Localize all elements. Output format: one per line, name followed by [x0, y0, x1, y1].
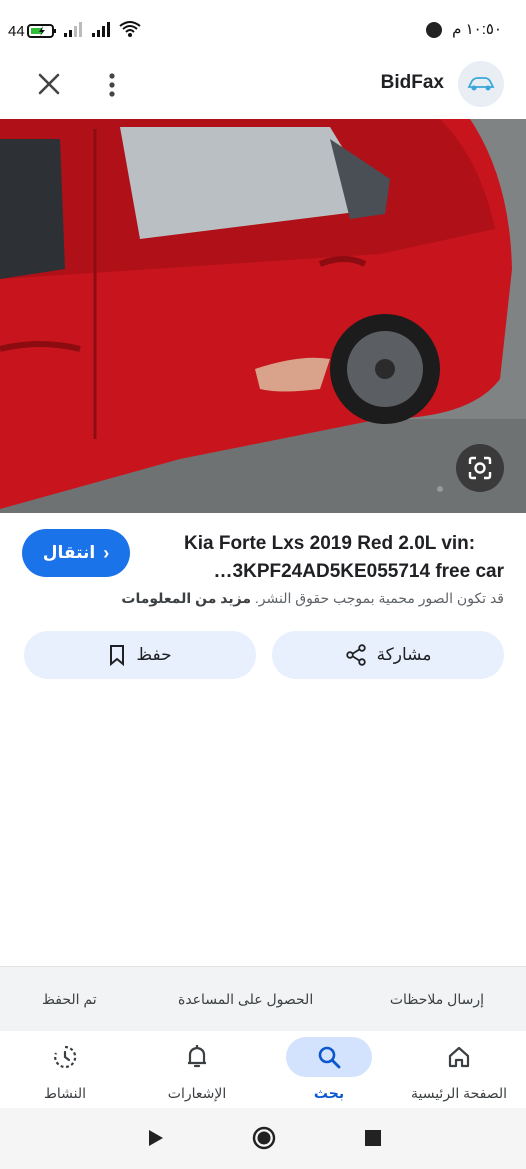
get-help-link[interactable]: الحصول على المساعدة [178, 991, 313, 1008]
signal-icon [63, 21, 85, 41]
footer-links: إرسال ملاحظات الحصول على المساعدة تم الح… [0, 966, 526, 1031]
circle-icon [252, 1126, 276, 1150]
google-lens-button[interactable] [456, 444, 504, 492]
search-icon [286, 1037, 372, 1077]
nav-notifications-label: الإشعارات [167, 1085, 227, 1101]
visit-button-label: انتقال [42, 543, 96, 562]
nav-search[interactable]: بحث [264, 1031, 394, 1107]
site-name[interactable]: BidFax [381, 72, 444, 94]
home-system-button[interactable] [251, 1125, 277, 1156]
nav-activity[interactable]: النشاط [0, 1031, 130, 1107]
more-info-link[interactable]: مزيد من المعلومات [121, 590, 251, 606]
result-title-line1: Kia Forte Lxs 2019 Red 2.0L vin: [184, 533, 476, 554]
status-left: 44 [8, 20, 141, 42]
copyright-notice: قد تكون الصور محمية بموجب حقوق النشر. مز… [121, 590, 504, 607]
system-navigation-bar [0, 1108, 526, 1169]
car-logo-icon [467, 77, 495, 91]
visit-button[interactable]: انتقال › [22, 529, 130, 577]
nav-notifications[interactable]: الإشعارات [132, 1031, 262, 1107]
square-icon [365, 1130, 381, 1146]
alarm-icon [425, 22, 442, 39]
close-button[interactable] [34, 70, 64, 100]
nav-home-label: الصفحة الرئيسية [410, 1085, 508, 1101]
chevron-right-icon: › [103, 542, 110, 563]
car-photo [0, 119, 526, 513]
play-icon [149, 1130, 163, 1146]
share-icon [345, 644, 366, 666]
send-feedback-link[interactable]: إرسال ملاحظات [390, 991, 484, 1008]
battery-icon: 44 [8, 23, 57, 40]
wifi-icon [119, 20, 141, 42]
copyright-text: قد تكون الصور محمية بموجب حقوق النشر. [254, 590, 504, 606]
home-icon [416, 1037, 502, 1077]
close-icon [38, 73, 60, 95]
saved-link[interactable]: تم الحفظ [42, 991, 97, 1008]
back-button[interactable] [146, 1128, 166, 1153]
more-options-button[interactable] [100, 70, 124, 100]
activity-icon [22, 1037, 108, 1077]
lens-icon [468, 456, 492, 480]
bottom-navigation: الصفحة الرئيسية بحث الإشعارات النشاط [0, 1031, 526, 1107]
result-image[interactable] [0, 119, 526, 513]
share-button[interactable]: مشاركة [272, 631, 504, 679]
recents-button[interactable] [364, 1129, 382, 1152]
clock: ١٠:٥٠ م [425, 20, 502, 39]
signal-icon-2 [91, 21, 113, 41]
save-label: حفظ [136, 645, 172, 664]
site-logo[interactable] [458, 61, 504, 107]
bookmark-icon [110, 645, 125, 666]
save-button[interactable]: حفظ [24, 631, 256, 679]
nav-activity-label: النشاط [43, 1085, 87, 1101]
nav-home[interactable]: الصفحة الرئيسية [394, 1031, 524, 1107]
result-title[interactable]: Kia Forte Lxs 2019 Red 2.0L vin: 3KPF24A… [184, 530, 504, 586]
battery-level: 44 [8, 22, 25, 40]
clock-text: ١٠:٥٠ م [452, 21, 502, 38]
status-bar: 44 ١٠:٥٠ م [0, 0, 526, 62]
bell-icon [154, 1037, 240, 1077]
nav-search-label: بحث [313, 1085, 345, 1101]
result-title-line2: 3KPF24AD5KE055714 free car… [213, 561, 504, 582]
more-vert-icon [109, 73, 115, 97]
share-label: مشاركة [376, 645, 432, 664]
